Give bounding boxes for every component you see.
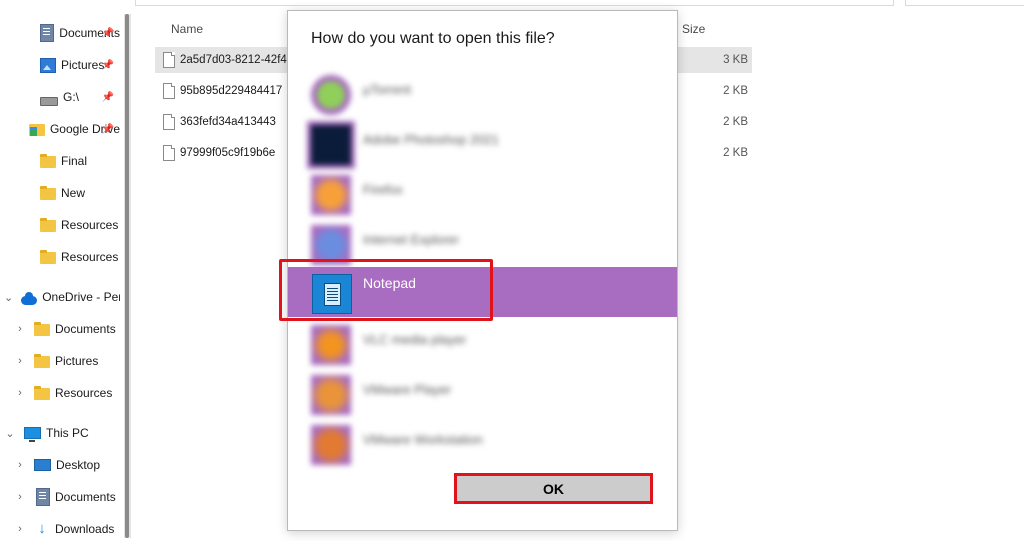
nav-item-g-drive[interactable]: G:\ 📌: [20, 85, 120, 109]
folder-icon: [34, 386, 50, 400]
app-option-vmware-player[interactable]: VMware Player: [288, 368, 677, 418]
nav-item-onedrive-pictures[interactable]: › Pictures: [14, 349, 120, 373]
nav-item-documents-pinned[interactable]: Documents 📌: [20, 21, 120, 45]
nav-item-label: Pictures: [61, 58, 105, 72]
pin-icon: 📌: [101, 123, 114, 135]
app-option-vmware-workstation[interactable]: VMware Workstation: [288, 418, 677, 468]
app-option-photoshop[interactable]: Adobe Photoshop 2021: [288, 118, 677, 168]
nav-item-final[interactable]: Final: [20, 149, 120, 173]
folder-icon: [34, 322, 50, 336]
photoshop-icon: [311, 125, 351, 165]
computer-icon: [24, 427, 41, 442]
pictures-icon: [40, 57, 56, 73]
folder-icon: [40, 186, 56, 200]
nav-item-label: This PC: [46, 426, 89, 440]
pin-icon: 📌: [101, 59, 114, 71]
nav-item-desktop[interactable]: › Desktop: [14, 453, 120, 477]
nav-scrollbar[interactable]: [124, 14, 131, 538]
nav-item-label: G:\: [63, 90, 80, 104]
app-option-vlc[interactable]: VLC media player: [288, 318, 677, 368]
nav-item-this-pc[interactable]: ⌄ This PC: [4, 421, 120, 445]
utorrent-icon: [311, 75, 351, 115]
column-header-size[interactable]: Size: [682, 22, 705, 36]
nav-item-label: New: [61, 186, 86, 200]
nav-item-label: Documents: [55, 322, 116, 336]
nav-item-new[interactable]: New: [20, 181, 120, 205]
vmware-workstation-icon: [311, 425, 351, 465]
chevron-down-icon[interactable]: ⌄: [4, 291, 13, 304]
file-icon: [163, 52, 175, 68]
document-icon: [40, 24, 55, 42]
chevron-down-icon[interactable]: ⌄: [4, 427, 16, 440]
file-name: 97999f05c9f19b6e: [180, 147, 276, 159]
app-option-label: VMware Player: [363, 382, 452, 397]
vmware-player-icon: [311, 375, 351, 415]
nav-item-label: Resources: [55, 386, 113, 400]
firefox-icon: [311, 175, 351, 215]
vlc-icon: [311, 325, 351, 365]
file-size: 2 KB: [723, 116, 748, 128]
app-option-label: Adobe Photoshop 2021: [363, 132, 499, 147]
file-size: 3 KB: [723, 54, 748, 66]
chevron-right-icon[interactable]: ›: [14, 491, 26, 503]
nav-item-label: Desktop: [56, 458, 101, 472]
nav-item-resources-2[interactable]: Resources: [20, 245, 120, 269]
file-icon: [163, 145, 175, 161]
pin-icon: 📌: [101, 91, 114, 103]
folder-icon: [34, 354, 50, 368]
nav-item-label: Downloads: [55, 522, 115, 536]
app-option-label: Internet Explorer: [363, 232, 460, 247]
chevron-right-icon[interactable]: ›: [14, 523, 26, 535]
file-name: 363fefd34a413443: [180, 116, 276, 128]
nav-item-onedrive[interactable]: ⌄ OneDrive - Personal: [4, 285, 120, 309]
address-bar[interactable]: [135, 0, 894, 6]
nav-item-label: Resources: [61, 250, 119, 264]
nav-item-onedrive-resources[interactable]: › Resources: [14, 381, 120, 405]
file-name: 2a5d7d03-8212-42f4-: [180, 54, 290, 66]
chevron-right-icon[interactable]: ›: [14, 459, 26, 471]
document-icon: [36, 488, 50, 506]
chevron-right-icon[interactable]: ›: [14, 355, 26, 367]
folder-icon: [40, 250, 56, 264]
nav-item-label: Pictures: [55, 354, 99, 368]
app-option-utorrent[interactable]: µTorrent: [288, 68, 677, 118]
folder-icon: [40, 154, 56, 168]
app-option-label: VLC media player: [363, 332, 467, 347]
navigation-pane: Documents 📌 Pictures 📌 G:\ 📌 Google Driv…: [0, 0, 124, 538]
dialog-title: How do you want to open this file?: [311, 30, 555, 47]
nav-item-downloads[interactable]: › ↓ Downloads: [14, 517, 120, 541]
nav-item-onedrive-documents[interactable]: › Documents: [14, 317, 120, 341]
nav-item-google-drive[interactable]: Google Drive 📌: [20, 117, 120, 141]
app-option-label: Firefox: [363, 182, 403, 197]
search-box[interactable]: [905, 0, 1024, 6]
nav-item-pictures-pinned[interactable]: Pictures 📌: [20, 53, 120, 77]
notepad-highlight-box: [279, 259, 493, 321]
file-name: 95b895d229484417: [180, 85, 283, 97]
nav-item-label: Resources: [61, 218, 119, 232]
file-icon: [163, 83, 175, 99]
google-drive-icon: [28, 124, 45, 136]
folder-icon: [40, 218, 56, 232]
download-icon: ↓: [38, 520, 46, 537]
nav-item-label: Final: [61, 154, 88, 168]
nav-item-label: Documents: [55, 490, 116, 504]
nav-item-pc-documents[interactable]: › Documents: [14, 485, 120, 509]
drive-icon: [40, 96, 58, 106]
app-option-label: VMware Workstation: [363, 432, 483, 447]
file-size: 2 KB: [723, 85, 748, 97]
file-icon: [163, 114, 175, 130]
nav-item-resources[interactable]: Resources: [20, 213, 120, 237]
file-size: 2 KB: [723, 147, 748, 159]
onedrive-icon: [21, 291, 38, 305]
ok-button[interactable]: OK: [454, 473, 653, 504]
column-header-name[interactable]: Name: [171, 22, 203, 36]
chevron-right-icon[interactable]: ›: [14, 387, 26, 399]
app-option-label: µTorrent: [363, 82, 411, 97]
app-option-firefox[interactable]: Firefox: [288, 168, 677, 218]
scrollbar-thumb[interactable]: [125, 14, 129, 538]
desktop-icon: [34, 459, 51, 471]
nav-item-label: OneDrive - Personal: [42, 290, 120, 304]
chevron-right-icon[interactable]: ›: [14, 323, 26, 335]
pin-icon: 📌: [101, 27, 114, 39]
